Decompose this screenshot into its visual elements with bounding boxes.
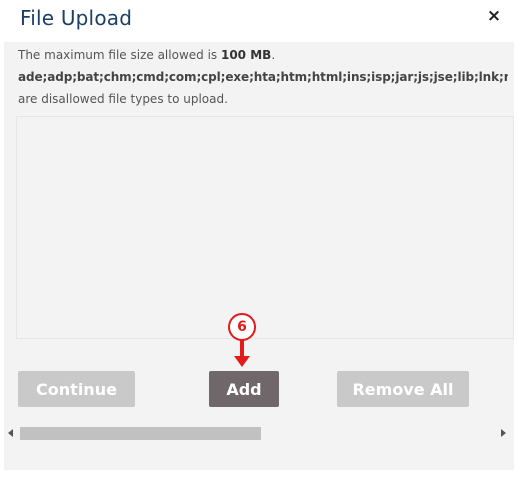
scroll-right-icon[interactable] (501, 429, 506, 437)
arrow-shaft (240, 340, 244, 358)
scrollbar-thumb[interactable] (20, 427, 261, 440)
scroll-left-icon[interactable] (8, 429, 13, 437)
horizontal-scrollbar[interactable] (4, 424, 506, 442)
arrow-head (234, 356, 250, 367)
add-button[interactable]: Add (209, 371, 279, 407)
disallowed-types-list: ade;adp;bat;chm;cmd;com;cpl;exe;hta;htm;… (18, 70, 508, 84)
remove-all-button[interactable]: Remove All (337, 371, 469, 407)
step-callout-badge: 6 (228, 313, 256, 341)
max-size-line: The maximum file size allowed is 100 MB. (18, 44, 508, 66)
upload-info: The maximum file size allowed is 100 MB.… (18, 44, 508, 110)
max-size-prefix: The maximum file size allowed is (18, 48, 221, 62)
disallowed-types-note: are disallowed file types to upload. (18, 92, 228, 106)
max-size-value: 100 MB (220, 48, 272, 62)
close-icon[interactable]: × (484, 6, 504, 26)
down-arrow-icon (234, 340, 250, 367)
dialog-body: The maximum file size allowed is 100 MB.… (4, 42, 514, 470)
continue-button[interactable]: Continue (18, 371, 135, 407)
dialog-header: File Upload × (0, 0, 518, 40)
file-upload-dialog: File Upload × The maximum file size allo… (0, 0, 518, 479)
file-drop-zone[interactable] (16, 116, 514, 339)
dialog-title: File Upload (20, 6, 133, 30)
max-size-suffix: . (271, 48, 276, 62)
